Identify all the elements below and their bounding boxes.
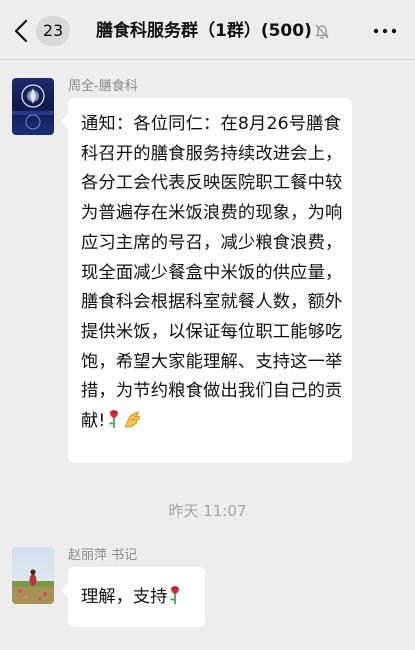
- unread-count-badge: 23: [36, 16, 70, 46]
- message-bubble[interactable]: 通知：各位同仁：在8月26号膳食科召开的膳食服务持续改进会上，各分工会代表反映医…: [61, 98, 352, 463]
- message-text: 理解，支持: [81, 587, 168, 607]
- more-options-button[interactable]: [370, 18, 400, 44]
- back-button[interactable]: 23: [10, 15, 74, 47]
- rose-emoji: [168, 570, 182, 630]
- message-bubble[interactable]: 理解，支持: [61, 567, 205, 630]
- ok-hand-emoji: [122, 409, 144, 440]
- more-dots-icon: [373, 28, 397, 34]
- chat-header: 23 膳食科服务群（1群）(500): [0, 0, 415, 60]
- chat-title: 膳食科服务群（1群）(500): [96, 21, 312, 41]
- rose-emoji: [107, 409, 121, 440]
- message-text: 通知：各位同仁：在8月26号膳食科召开的膳食服务持续改进会上，各分工会代表反映医…: [81, 114, 343, 432]
- avatar[interactable]: [12, 78, 54, 135]
- avatar[interactable]: [12, 547, 54, 604]
- chevron-left-icon: [10, 16, 32, 46]
- mute-bell-icon: [313, 22, 331, 40]
- sender-name: 周全-膳食科: [68, 79, 138, 94]
- chat-screen: 23 膳食科服务群（1群）(500) 周全-膳食科 通知：各位同仁：在8月26号…: [0, 0, 415, 650]
- sender-name: 赵丽萍 书记: [68, 548, 138, 563]
- message-timestamp: 昨天 11:07: [168, 502, 247, 520]
